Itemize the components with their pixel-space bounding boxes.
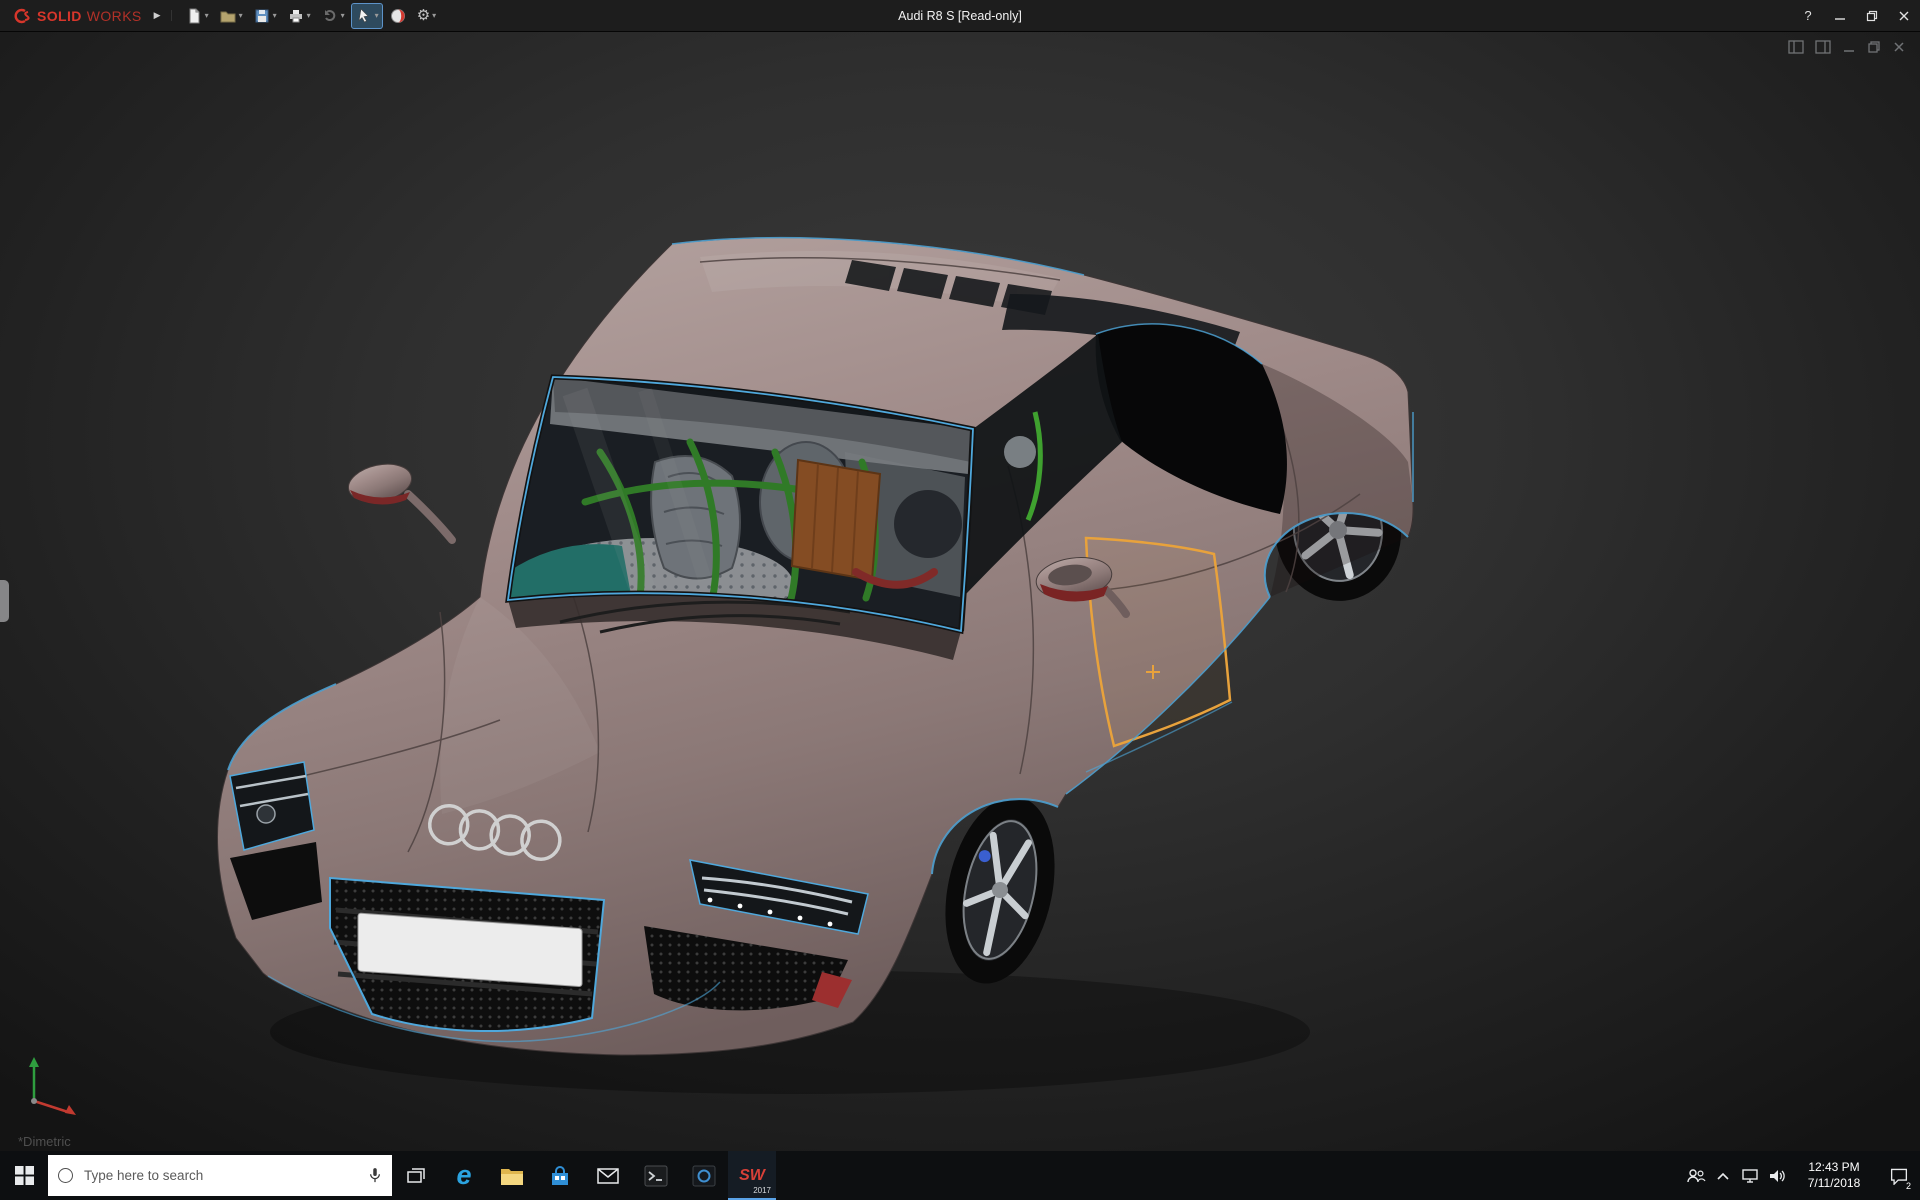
network-button[interactable] <box>1736 1151 1763 1200</box>
pane-left-icon[interactable] <box>1788 40 1804 54</box>
network-icon <box>1741 1168 1759 1184</box>
undo-icon <box>321 7 339 25</box>
new-document-button[interactable]: ▾ <box>181 3 213 29</box>
select-arrow-icon <box>355 7 373 25</box>
windshield[interactable] <box>508 377 973 631</box>
mirror-left[interactable] <box>345 459 452 540</box>
window-controls: ? <box>1792 0 1920 31</box>
minimize-icon <box>1834 10 1846 22</box>
graphics-viewport[interactable]: *Dimetric <box>0 32 1920 1151</box>
print-icon <box>287 7 305 25</box>
taskbar-app-solidworks[interactable]: SW 2017 <box>728 1151 776 1200</box>
options-button[interactable]: ⚙ ▾ <box>413 3 440 29</box>
caret-icon: ▾ <box>307 11 311 20</box>
caret-icon: ▾ <box>205 11 209 20</box>
taskbar-app-mail[interactable] <box>584 1151 632 1200</box>
brand-text-bold: SOLID <box>37 8 82 24</box>
clock-time: 12:43 PM <box>1790 1160 1878 1176</box>
action-center-button[interactable]: 2 <box>1878 1151 1920 1200</box>
caret-icon: ▾ <box>375 11 379 20</box>
appearance-button[interactable] <box>385 3 411 29</box>
open-button[interactable]: ▾ <box>215 3 247 29</box>
save-button[interactable]: ▾ <box>249 3 281 29</box>
task-view-icon <box>406 1167 426 1185</box>
caret-icon: ▾ <box>273 11 277 20</box>
taskbar-app-console[interactable] <box>632 1151 680 1200</box>
microphone-icon[interactable] <box>368 1167 382 1185</box>
solidworks-brand: SOLID WORKS <box>0 8 150 24</box>
doc-close-icon[interactable] <box>1892 40 1906 54</box>
open-folder-icon <box>219 7 237 25</box>
people-button[interactable] <box>1682 1151 1709 1200</box>
chevron-up-icon <box>1716 1171 1730 1181</box>
y-axis-arrow <box>29 1057 39 1067</box>
clock-date: 7/11/2018 <box>1790 1176 1878 1192</box>
photos-icon <box>692 1165 716 1187</box>
file-explorer-icon <box>500 1165 524 1187</box>
undo-button[interactable]: ▾ <box>317 3 349 29</box>
hidden-icons-button[interactable] <box>1709 1151 1736 1200</box>
close-icon <box>1898 10 1910 22</box>
pane-right-icon[interactable] <box>1815 40 1831 54</box>
volume-icon <box>1768 1168 1786 1184</box>
dassault-systemes-logo-icon <box>10 8 32 24</box>
caret-icon: ▾ <box>432 11 436 20</box>
console-icon <box>644 1165 668 1187</box>
notification-badge: 2 <box>1905 1181 1912 1191</box>
minimize-button[interactable] <box>1824 0 1856 32</box>
x-axis-arrow <box>65 1105 76 1115</box>
taskbar-app-edge[interactable]: e <box>440 1151 488 1200</box>
search-icon <box>58 1168 73 1183</box>
gear-icon: ⚙ <box>417 8 430 23</box>
store-icon <box>548 1164 572 1188</box>
solidworks-icon: SW <box>739 1168 765 1184</box>
mail-icon <box>596 1166 620 1186</box>
orientation-triad[interactable] <box>18 1049 90 1121</box>
collapsed-panel-tab[interactable] <box>0 580 9 622</box>
taskbar-search[interactable] <box>48 1155 392 1196</box>
caret-icon: ▾ <box>239 11 243 20</box>
menu-flyout-arrow[interactable]: ▶ <box>150 10 172 21</box>
caret-icon: ▾ <box>341 11 345 20</box>
appearance-sphere-icon <box>389 7 407 25</box>
search-input[interactable] <box>82 1167 359 1184</box>
select-tool-button[interactable]: ▾ <box>351 3 383 29</box>
taskbar-app-store[interactable] <box>536 1151 584 1200</box>
help-button[interactable]: ? <box>1792 0 1824 32</box>
doc-restore-icon[interactable] <box>1867 40 1881 54</box>
close-button[interactable] <box>1888 0 1920 32</box>
volume-button[interactable] <box>1763 1151 1790 1200</box>
car-model-canvas[interactable] <box>0 32 1920 1151</box>
title-bar: SOLID WORKS ▶ ▾ ▾ ▾ ▾ ▾ <box>0 0 1920 32</box>
brand-text-light: WORKS <box>87 8 142 24</box>
taskbar: e SW 2017 <box>0 1151 1920 1200</box>
system-tray: 12:43 PM 7/11/2018 2 <box>1682 1151 1920 1200</box>
front-grille <box>330 878 604 1031</box>
start-button[interactable] <box>0 1151 48 1200</box>
save-icon <box>253 7 271 25</box>
new-document-icon <box>185 7 203 25</box>
restore-button[interactable] <box>1856 0 1888 32</box>
print-button[interactable]: ▾ <box>283 3 315 29</box>
restore-icon <box>1866 10 1878 22</box>
windows-logo-icon <box>15 1166 34 1185</box>
taskbar-app-file-explorer[interactable] <box>488 1151 536 1200</box>
people-icon <box>1686 1168 1706 1184</box>
task-view-button[interactable] <box>392 1151 440 1200</box>
view-orientation-label: *Dimetric <box>18 1134 71 1149</box>
document-window-controls <box>1788 40 1906 54</box>
doc-minimize-icon[interactable] <box>1842 40 1856 54</box>
window-title: Audi R8 S [Read-only] <box>898 9 1022 23</box>
taskbar-app-photos[interactable] <box>680 1151 728 1200</box>
edge-icon: e <box>456 1162 471 1189</box>
taskbar-clock[interactable]: 12:43 PM 7/11/2018 <box>1790 1160 1878 1191</box>
solidworks-year-label: 2017 <box>753 1186 771 1195</box>
